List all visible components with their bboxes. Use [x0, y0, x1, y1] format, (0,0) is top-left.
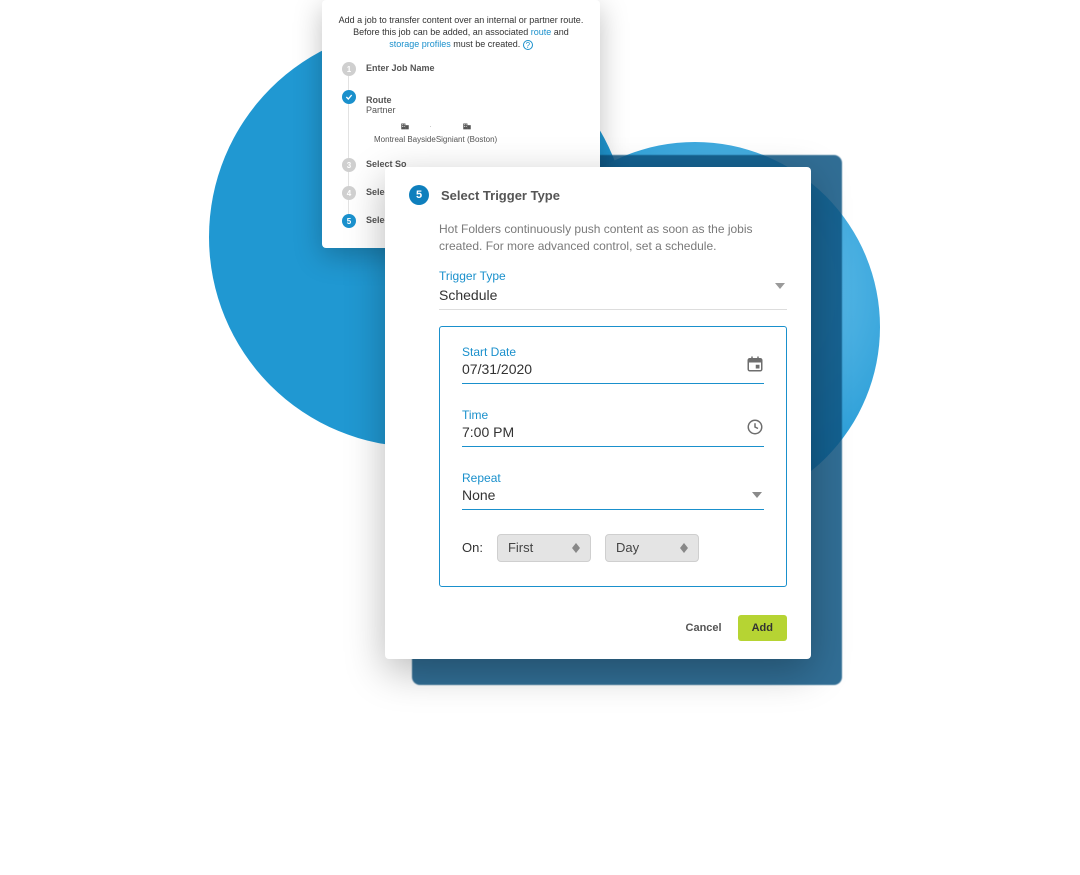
step-sublabel: Partner — [366, 105, 505, 115]
trigger-type-select[interactable]: Trigger Type Schedule — [439, 269, 787, 310]
field-label: Start Date — [462, 345, 764, 359]
calendar-icon[interactable] — [746, 355, 764, 373]
step-number-badge: 1 — [342, 62, 356, 76]
cancel-button[interactable]: Cancel — [680, 616, 728, 640]
route-diagram: Montreal Bayside Signiant (Boston) — [374, 121, 497, 144]
chevron-down-icon — [752, 492, 762, 498]
field-value: 07/31/2020 — [462, 361, 764, 383]
route-connection-line — [430, 126, 431, 127]
intro-text: must be created. — [451, 39, 523, 49]
route-dest-label: Signiant (Boston) — [436, 135, 497, 144]
field-value: First — [508, 540, 533, 555]
field-label: Trigger Type — [439, 269, 787, 283]
route-link[interactable]: route — [531, 27, 552, 37]
step-number-badge: 5 — [342, 214, 356, 228]
step-route[interactable]: Route Partner Montreal Bayside Signiant … — [342, 90, 584, 144]
field-value: 7:00 PM — [462, 424, 764, 446]
field-value: None — [462, 487, 764, 509]
step-number-badge: 4 — [342, 186, 356, 200]
stepper-icon — [572, 540, 582, 556]
repeat-select[interactable]: Repeat None — [462, 471, 764, 510]
step-label: Route — [366, 94, 505, 105]
field-label: Time — [462, 408, 764, 422]
on-ordinal-select[interactable]: First — [497, 534, 591, 562]
schedule-settings-box: Start Date 07/31/2020 Time 7:00 PM Repea… — [439, 326, 787, 587]
on-day-select[interactable]: Day — [605, 534, 699, 562]
wizard-intro: Add a job to transfer content over an in… — [338, 14, 584, 50]
building-icon — [460, 121, 474, 131]
intro-text: and — [551, 27, 569, 37]
panel-description: Hot Folders continuously push content as… — [385, 205, 811, 259]
route-source-node: Montreal Bayside — [374, 121, 436, 144]
check-icon — [342, 90, 356, 104]
route-dest-node: Signiant (Boston) — [436, 121, 497, 144]
step-enter-job-name[interactable]: 1 Enter Job Name — [342, 62, 584, 76]
on-label: On: — [462, 540, 483, 555]
add-button[interactable]: Add — [738, 615, 787, 641]
start-date-field[interactable]: Start Date 07/31/2020 — [462, 345, 764, 384]
storage-profiles-link[interactable]: storage profiles — [389, 39, 451, 49]
route-source-label: Montreal Bayside — [374, 135, 436, 144]
step-label: Enter Job Name — [366, 62, 435, 73]
field-value: Schedule — [439, 285, 787, 309]
stepper-icon — [680, 540, 690, 556]
step-number-badge: 5 — [409, 185, 429, 205]
select-trigger-panel: 5 Select Trigger Type Hot Folders contin… — [385, 167, 811, 659]
help-icon[interactable]: ? — [523, 40, 533, 50]
time-field[interactable]: Time 7:00 PM — [462, 408, 764, 447]
field-label: Repeat — [462, 471, 764, 485]
repeat-on-row: On: First Day — [462, 534, 764, 562]
panel-title: Select Trigger Type — [441, 188, 560, 203]
chevron-down-icon — [775, 283, 785, 289]
step-number-badge: 3 — [342, 158, 356, 172]
clock-icon[interactable] — [746, 418, 764, 436]
field-value: Day — [616, 540, 639, 555]
panel-actions: Cancel Add — [385, 587, 811, 659]
building-icon — [398, 121, 412, 131]
